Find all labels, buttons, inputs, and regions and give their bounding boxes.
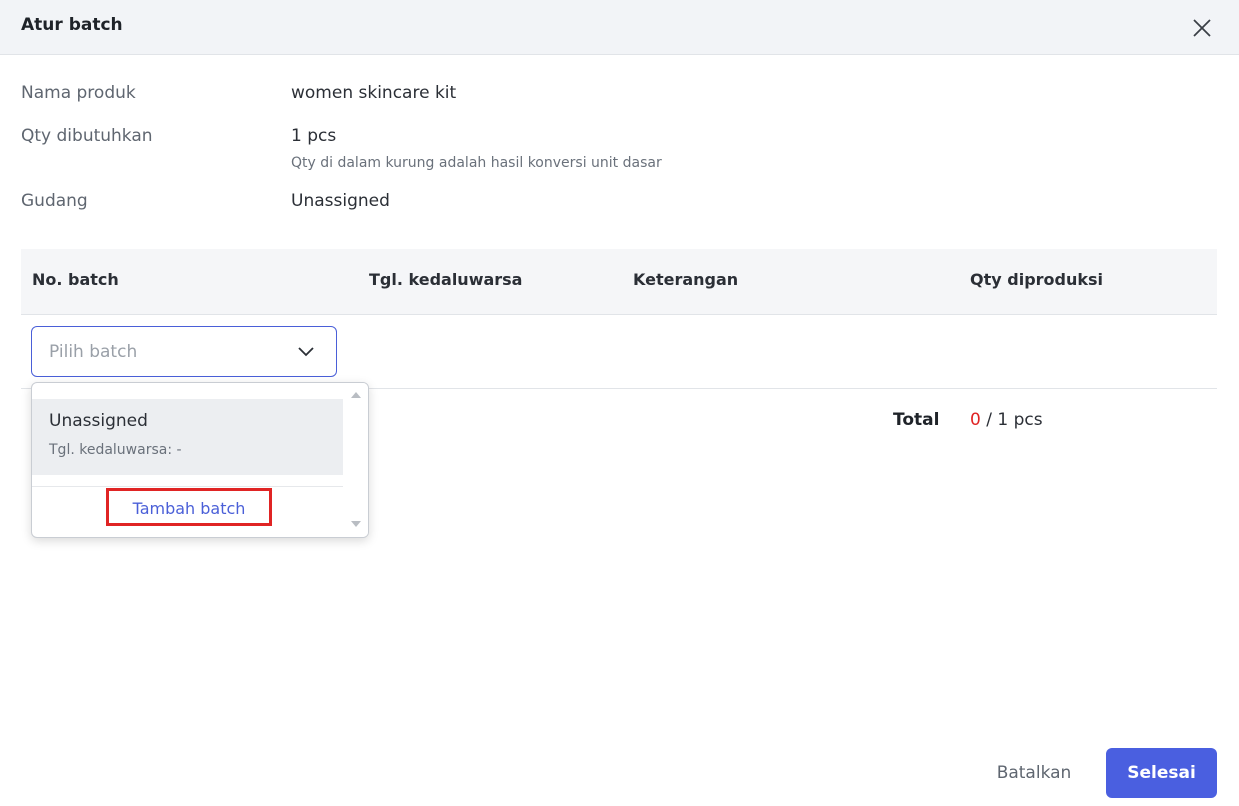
batch-option-expiry: Tgl. kedaluwarsa: - — [49, 442, 182, 458]
total-required-qty: / 1 pcs — [980, 410, 1043, 430]
total-current-qty: 0 — [970, 410, 981, 430]
batch-dropdown-menu: Unassigned Tgl. kedaluwarsa: - Tambah ba… — [31, 382, 369, 538]
close-button[interactable] — [1189, 15, 1215, 41]
total-label: Total — [893, 410, 940, 430]
warehouse-value: Unassigned — [291, 191, 390, 211]
done-button[interactable]: Selesai — [1106, 748, 1217, 798]
scroll-up-arrow-icon[interactable] — [350, 391, 362, 399]
batch-table-header: No. batch Tgl. kedaluwarsa Keterangan Qt… — [21, 249, 1217, 315]
product-name-label: Nama produk — [21, 83, 136, 103]
scroll-down-arrow-icon[interactable] — [350, 520, 362, 528]
qty-required-value: 1 pcs — [291, 126, 337, 146]
dropdown-scrollbar[interactable] — [343, 383, 368, 537]
column-header-notes: Keterangan — [633, 270, 739, 289]
warehouse-label: Gudang — [21, 191, 88, 211]
product-name-value: women skincare kit — [291, 83, 457, 103]
add-batch-label: Tambah batch — [132, 499, 246, 518]
dialog-header: Atur batch — [0, 0, 1239, 55]
add-batch-button[interactable]: Tambah batch — [106, 488, 272, 526]
batch-option-title: Unassigned — [49, 411, 148, 431]
batch-select-placeholder: Pilih batch — [49, 342, 138, 362]
close-icon — [1193, 19, 1211, 37]
qty-conversion-hint: Qty di dalam kurung adalah hasil konvers… — [291, 155, 662, 171]
total-value: 0 / 1 pcs — [970, 410, 1043, 430]
column-header-batch-no: No. batch — [32, 270, 119, 289]
dropdown-divider — [32, 486, 343, 487]
cancel-button[interactable]: Batalkan — [978, 748, 1090, 798]
column-header-expiry-date: Tgl. kedaluwarsa — [369, 270, 523, 289]
chevron-down-icon — [298, 347, 314, 357]
qty-required-label: Qty dibutuhkan — [21, 126, 153, 146]
dialog-title: Atur batch — [21, 15, 123, 35]
batch-select[interactable]: Pilih batch — [31, 326, 337, 377]
batch-option-unassigned[interactable]: Unassigned Tgl. kedaluwarsa: - — [32, 399, 343, 475]
column-header-qty-produced: Qty diproduksi — [970, 270, 1104, 289]
